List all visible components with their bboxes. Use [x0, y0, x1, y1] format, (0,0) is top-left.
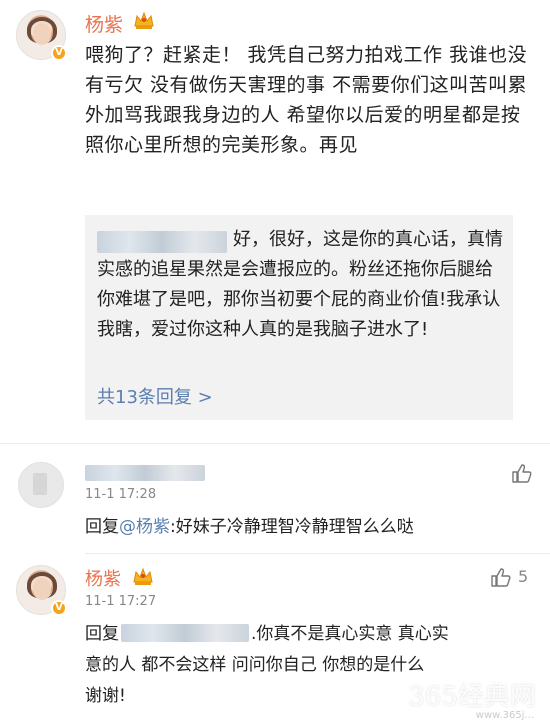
crown-icon: [134, 11, 154, 29]
post-text: 喂狗了？赶紧走！ 我凭自己努力拍戏工作 我谁也没有亏欠 没有做伤天害理的事 不需…: [85, 44, 528, 156]
post-divider: [0, 443, 550, 444]
watermark-url: www.365j...: [475, 710, 534, 721]
user-avatar[interactable]: V: [16, 565, 67, 616]
comment-text: 回复 .你真不是真心实意 真心实: [85, 624, 449, 644]
comment-text-line: 意的人 都不会这样 问问你自己 你想的是什么: [85, 655, 425, 675]
crown-icon: [133, 567, 153, 585]
user-avatar[interactable]: V: [16, 10, 67, 61]
verified-badge-icon: V: [51, 45, 67, 61]
comment-time: 11-1 17:27: [85, 594, 157, 609]
avatar-face: [33, 578, 51, 600]
quoted-comment-text: 好，很好，这是你的真心话，真情实感的追星果然是会遭报应的。粉丝还拖你后腿给你难堪…: [97, 229, 503, 340]
mention-link[interactable]: @杨紫: [119, 517, 170, 537]
blurred-commenter-name: [85, 465, 205, 481]
like-count: 5: [518, 567, 529, 586]
verified-badge-icon: V: [51, 600, 67, 616]
comment-text: 回复@杨紫:好妹子冷静理智冷静理智么么哒: [85, 517, 414, 537]
commenter-avatar[interactable]: [18, 462, 64, 508]
post-username[interactable]: 杨紫: [85, 10, 123, 37]
like-icon[interactable]: [490, 566, 512, 588]
like-icon[interactable]: [511, 462, 533, 484]
watermark: 365经典网: [408, 682, 536, 712]
avatar-face: [33, 23, 51, 45]
blurred-mention: [121, 624, 249, 642]
view-replies-link[interactable]: 共13条回复 >: [97, 383, 213, 409]
comment-divider: [85, 553, 550, 554]
quoted-comment[interactable]: 好，很好，这是你的真心话，真情实感的追星果然是会遭报应的。粉丝还拖你后腿给你难堪…: [85, 215, 513, 420]
comment-time: 11-1 17:28: [85, 487, 157, 502]
comment-username[interactable]: 杨紫: [85, 565, 121, 591]
comment-text-line: 谢谢!: [85, 686, 126, 706]
